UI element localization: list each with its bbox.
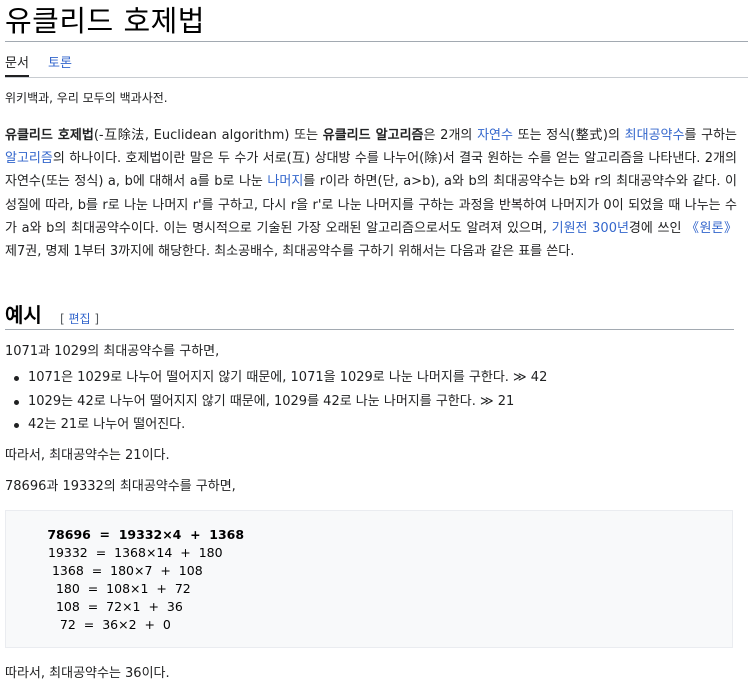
section-divider <box>5 329 734 330</box>
term-euclidean-algorithm: 유클리드 호제법 <box>5 128 94 143</box>
intro-paragraph: 유클리드 호제법(-互除法, Euclidean algorithm) 또는 유… <box>5 124 737 263</box>
page-title: 유클리드 호제법 <box>5 4 205 38</box>
tabs-divider <box>5 77 748 78</box>
intro-text: 또는 정식(整式)의 <box>512 128 625 143</box>
link-300bc[interactable]: 기원전 300년 <box>552 221 629 236</box>
example1-steps: 1071은 1029로 나누어 떨어지지 않기 때문에, 1071을 1029로… <box>5 368 547 439</box>
section-heading-examples: 예시 <box>5 303 42 327</box>
example1-conclusion: 따라서, 최대공약수는 21이다. <box>5 448 170 463</box>
calc-line: 180 = 108×1 + 72 <box>48 581 191 596</box>
title-divider <box>5 41 748 42</box>
edit-section-link[interactable]: 편집 <box>69 312 91 326</box>
link-gcd[interactable]: 최대공약수 <box>625 128 685 143</box>
intro-text: 제7권, 명제 1부터 3까지에 해당한다. 최소공배수, 최대공약수를 구하기… <box>5 244 575 260</box>
calc-line: 78696 = 19332×4 + 1368 <box>43 527 245 542</box>
link-remainder[interactable]: 나머지 <box>267 174 303 189</box>
intro-text: 경에 쓰인 <box>628 220 687 236</box>
link-elements[interactable]: 《원론》 <box>686 221 737 236</box>
calc-line: 1368 = 180×7 + 108 <box>48 563 203 578</box>
example1-intro: 1071과 1029의 최대공약수를 구하면, <box>5 344 220 359</box>
example2-intro: 78696과 19332의 최대공약수를 구하면, <box>5 479 236 494</box>
section-edit: [ 편집 ] <box>60 310 99 327</box>
intro-text: 은 2개의 <box>423 128 478 143</box>
calc-line: 72 = 36×2 + 0 <box>48 617 171 632</box>
edit-bracket-open: [ <box>60 312 69 326</box>
intro-text: (-互除法, Euclidean algorithm) 또는 <box>93 128 323 143</box>
tab-article[interactable]: 문서 <box>5 52 29 77</box>
intro-text: 를 구하는 <box>684 128 738 143</box>
edit-bracket-close: ] <box>90 312 100 326</box>
list-item: 42는 21로 나누어 떨어진다. <box>5 415 547 439</box>
site-tagline: 위키백과, 우리 모두의 백과사전. <box>5 91 168 105</box>
link-natural-number[interactable]: 자연수 <box>477 128 513 143</box>
calculation-block: 78696 = 19332×4 + 1368 19332 = 1368×14 +… <box>5 510 733 648</box>
list-item: 1071은 1029로 나누어 떨어지지 않기 때문에, 1071을 1029로… <box>5 368 547 392</box>
term-euclid-algorithm: 유클리드 알고리즘 <box>322 128 424 143</box>
tab-talk[interactable]: 토론 <box>48 52 72 71</box>
link-algorithm[interactable]: 알고리즘 <box>5 151 53 166</box>
example2-conclusion: 따라서, 최대공약수는 36이다. <box>5 666 170 681</box>
list-item: 1029는 42로 나누어 떨어지지 않기 때문에, 1029를 42로 나눈 … <box>5 392 547 416</box>
calc-line: 19332 = 1368×14 + 180 <box>48 545 223 560</box>
calc-line: 108 = 72×1 + 36 <box>48 599 183 614</box>
